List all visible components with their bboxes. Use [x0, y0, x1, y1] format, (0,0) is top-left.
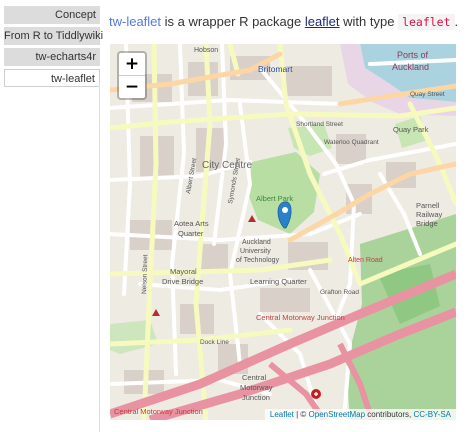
tab-from-r-to-tiddlywiki[interactable]: From R to Tiddlywiki	[4, 27, 103, 45]
tw-leaflet-link[interactable]: tw-leaflet	[109, 14, 161, 29]
map-label-britomart: Britomart	[258, 64, 293, 74]
leaflet-map[interactable]: Britomart Ports of Auckland Quay Street …	[110, 44, 456, 420]
map-label-motorway-1: Central Motorway Junction	[256, 313, 345, 322]
map-label-learning-quarter: Learning Quarter	[250, 277, 307, 286]
map-tiles[interactable]: Britomart Ports of Auckland Quay Street …	[110, 44, 456, 420]
tab-tw-leaflet[interactable]: tw-leaflet	[4, 69, 100, 87]
map-label-mayoral-1: Mayoral	[170, 267, 197, 276]
attribution-contributors: contributors,	[365, 410, 414, 419]
map-label-ports: Ports of	[397, 50, 429, 60]
map-label-nelson-street: Nelson Street	[141, 254, 149, 294]
map-label-shortland: Shortland Street	[296, 121, 343, 128]
tab-tw-echarts4r[interactable]: tw-echarts4r	[4, 48, 100, 66]
attribution-separator: | ©	[293, 410, 309, 419]
intro-text: tw-leaflet is a wrapper R package leafle…	[109, 14, 459, 30]
map-label-hobson: Hobson	[194, 47, 218, 54]
map-label-alten-road: Alten Road	[348, 257, 383, 264]
zoom-out-button[interactable]: −	[119, 76, 145, 98]
map-label-motorway-5: Central Motorway Junction	[114, 407, 203, 416]
map-label-motorway-3: Motorway	[240, 383, 273, 392]
map-label-albert-park: Albert Park	[256, 194, 293, 203]
zoom-in-button[interactable]: +	[119, 53, 145, 76]
map-label-aotea-1: Aotea Arts	[174, 219, 209, 228]
map-label-parnell-1: Parnell	[416, 201, 440, 210]
leaflet-attribution-link[interactable]: Leaflet	[270, 410, 294, 419]
map-label-waterloo: Waterloo Quadrant	[324, 139, 379, 146]
map-label-mayoral-2: Drive Bridge	[162, 277, 203, 286]
zoom-control: + −	[117, 51, 147, 100]
tab-divider	[99, 82, 100, 432]
type-code: leaflet	[398, 14, 455, 30]
map-label-uni-1: Auckland	[242, 239, 271, 246]
map-label-quay-park: Quay Park	[393, 125, 429, 134]
map-label-motorway-4: Junction	[242, 393, 270, 402]
intro-text-part2: with type	[339, 14, 399, 29]
intro-text-part3: .	[454, 14, 459, 29]
map-label-dock: Dock Line	[200, 339, 229, 346]
intro-text-part1: is a wrapper R package	[161, 14, 305, 29]
map-label-city-centre: City Centre	[202, 160, 252, 171]
map-attribution: Leaflet | © OpenStreetMap contributors, …	[264, 409, 456, 420]
tab-concept[interactable]: Concept	[4, 6, 100, 24]
map-label-parnell-3: Bridge	[416, 219, 438, 228]
map-label-motorway-2: Central	[242, 373, 267, 382]
map-label-uni-2: University	[240, 248, 271, 255]
tab-list: Concept From R to Tiddlywiki tw-echarts4…	[4, 6, 103, 90]
map-label-uni-3: of Technology	[236, 257, 280, 264]
map-label-quay-street: Quay Street	[410, 91, 445, 98]
map-label-aotea-2: Quarter	[178, 229, 204, 238]
map-label-grafton: Grafton Road	[320, 289, 359, 296]
map-label-parnell-2: Railway	[416, 210, 443, 219]
openstreetmap-link[interactable]: OpenStreetMap	[309, 410, 365, 419]
leaflet-package-link[interactable]: leaflet	[305, 14, 340, 29]
license-link[interactable]: CC-BY-SA	[414, 410, 452, 419]
map-label-auckland: Auckland	[392, 62, 429, 72]
